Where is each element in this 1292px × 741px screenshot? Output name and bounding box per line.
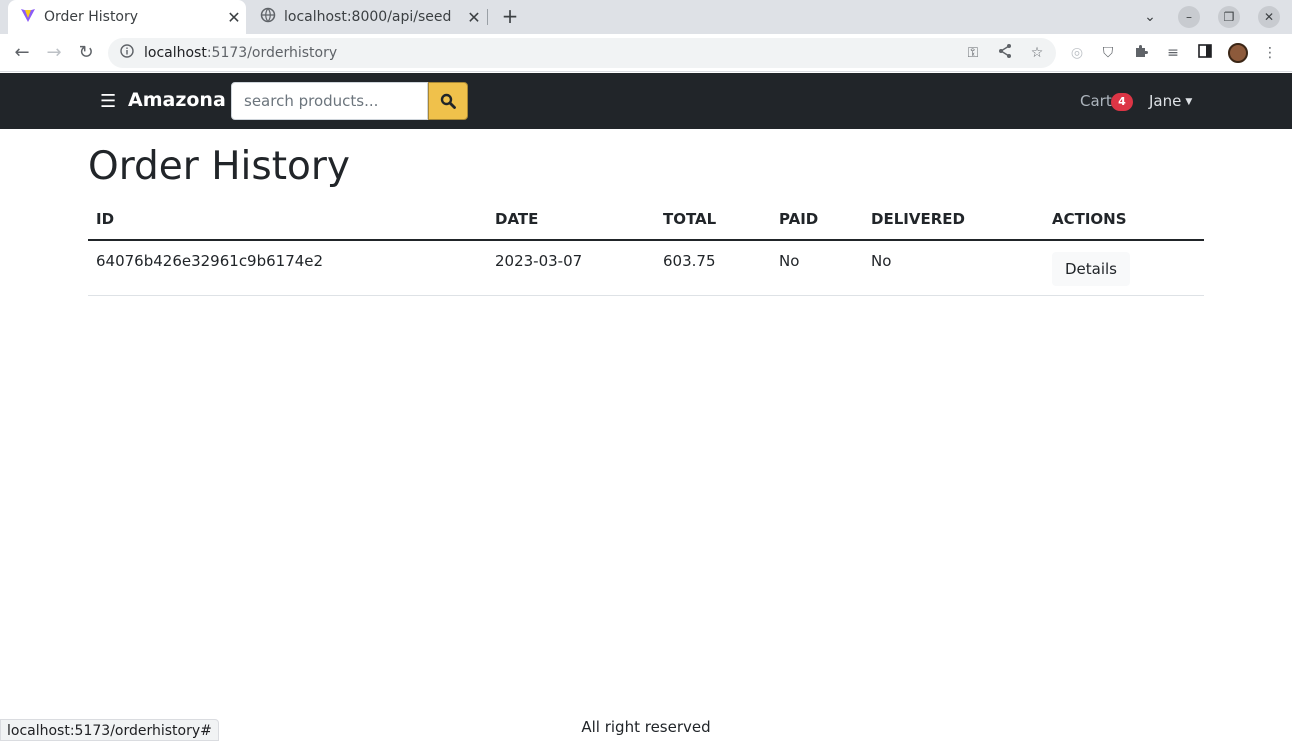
vite-icon <box>20 7 36 27</box>
order-actions-cell: Details <box>1044 240 1204 296</box>
tab-title: Order History <box>44 9 139 25</box>
column-header-total: TOTAL <box>655 200 771 241</box>
profile-avatar[interactable] <box>1228 43 1248 63</box>
url-path: :5173/orderhistory <box>206 45 338 61</box>
browser-toolbar: ← → ↻ localhost:5173/orderhistory ⚿ ☆ ◎ … <box>0 34 1292 72</box>
order-delivered-cell: No <box>863 240 1044 296</box>
reading-list-icon[interactable]: ≡ <box>1163 43 1183 63</box>
caret-down-icon: ▼ <box>1185 96 1193 107</box>
details-button[interactable]: Details <box>1052 252 1131 286</box>
column-header-date: DATE <box>487 200 655 241</box>
search-button[interactable] <box>428 82 468 120</box>
close-tab-icon[interactable]: ✕ <box>222 8 246 27</box>
column-header-delivered: DELIVERED <box>863 200 1044 241</box>
info-icon[interactable] <box>120 44 134 62</box>
cart-link[interactable]: Cart <box>1080 92 1112 110</box>
app-navbar: ☰ Amazona Cart 4 Jane▼ <box>0 73 1292 129</box>
table-row: 64076b426e32961c9b6174e2 2023-03-07 603.… <box>88 240 1204 296</box>
close-tab-icon[interactable]: ✕ <box>462 8 486 27</box>
shield-icon[interactable]: ⛉ <box>1098 43 1118 63</box>
new-tab-button[interactable]: + <box>498 4 522 28</box>
minimize-icon[interactable]: – <box>1178 6 1200 28</box>
share-icon[interactable] <box>995 43 1015 63</box>
star-icon[interactable]: ☆ <box>1027 43 1047 63</box>
column-header-paid: PAID <box>771 200 863 241</box>
browser-tab-strip: Order History ✕ localhost:8000/api/seed … <box>0 0 1292 34</box>
tab-api-seed[interactable]: localhost:8000/api/seed ✕ <box>250 0 486 34</box>
tab-order-history[interactable]: Order History ✕ <box>8 0 246 34</box>
side-panel-icon[interactable] <box>1195 43 1215 63</box>
globe-icon <box>260 7 276 27</box>
page-title: Order History <box>88 144 350 189</box>
puzzle-icon[interactable] <box>1131 43 1151 63</box>
tab-title: localhost:8000/api/seed <box>284 9 452 25</box>
address-bar[interactable]: localhost:5173/orderhistory <box>108 38 1056 68</box>
order-paid-cell: No <box>771 240 863 296</box>
order-history-table: ID DATE TOTAL PAID DELIVERED ACTIONS 640… <box>88 200 1204 296</box>
column-header-actions: ACTIONS <box>1044 200 1204 241</box>
cart-count-badge: 4 <box>1111 93 1133 111</box>
hamburger-menu-icon[interactable]: ☰ <box>100 91 116 112</box>
back-arrow-icon[interactable]: ← <box>10 41 34 65</box>
reload-icon[interactable]: ↻ <box>74 41 98 65</box>
order-date-cell: 2023-03-07 <box>487 240 655 296</box>
key-icon[interactable]: ⚿ <box>963 43 983 63</box>
more-vert-icon[interactable]: ⋮ <box>1260 43 1280 63</box>
user-name: Jane <box>1149 92 1182 110</box>
search-icon <box>440 93 456 109</box>
chevron-down-icon[interactable]: ⌄ <box>1140 6 1160 28</box>
brand-logo[interactable]: Amazona <box>128 89 226 111</box>
order-id-cell: 64076b426e32961c9b6174e2 <box>88 240 487 296</box>
order-total-cell: 603.75 <box>655 240 771 296</box>
search-input[interactable] <box>231 82 428 120</box>
tab-separator <box>487 9 488 25</box>
url-host: localhost <box>144 45 207 61</box>
extension-icon[interactable]: ◎ <box>1067 43 1087 63</box>
table-header-row: ID DATE TOTAL PAID DELIVERED ACTIONS <box>88 200 1204 241</box>
restore-icon[interactable]: ❐ <box>1218 6 1240 28</box>
close-window-icon[interactable]: ✕ <box>1258 6 1280 28</box>
forward-arrow-icon[interactable]: → <box>42 41 66 65</box>
column-header-id: ID <box>88 200 487 241</box>
status-bar-url: localhost:5173/orderhistory# <box>0 719 219 741</box>
user-dropdown[interactable]: Jane ▼ <box>1149 92 1192 110</box>
